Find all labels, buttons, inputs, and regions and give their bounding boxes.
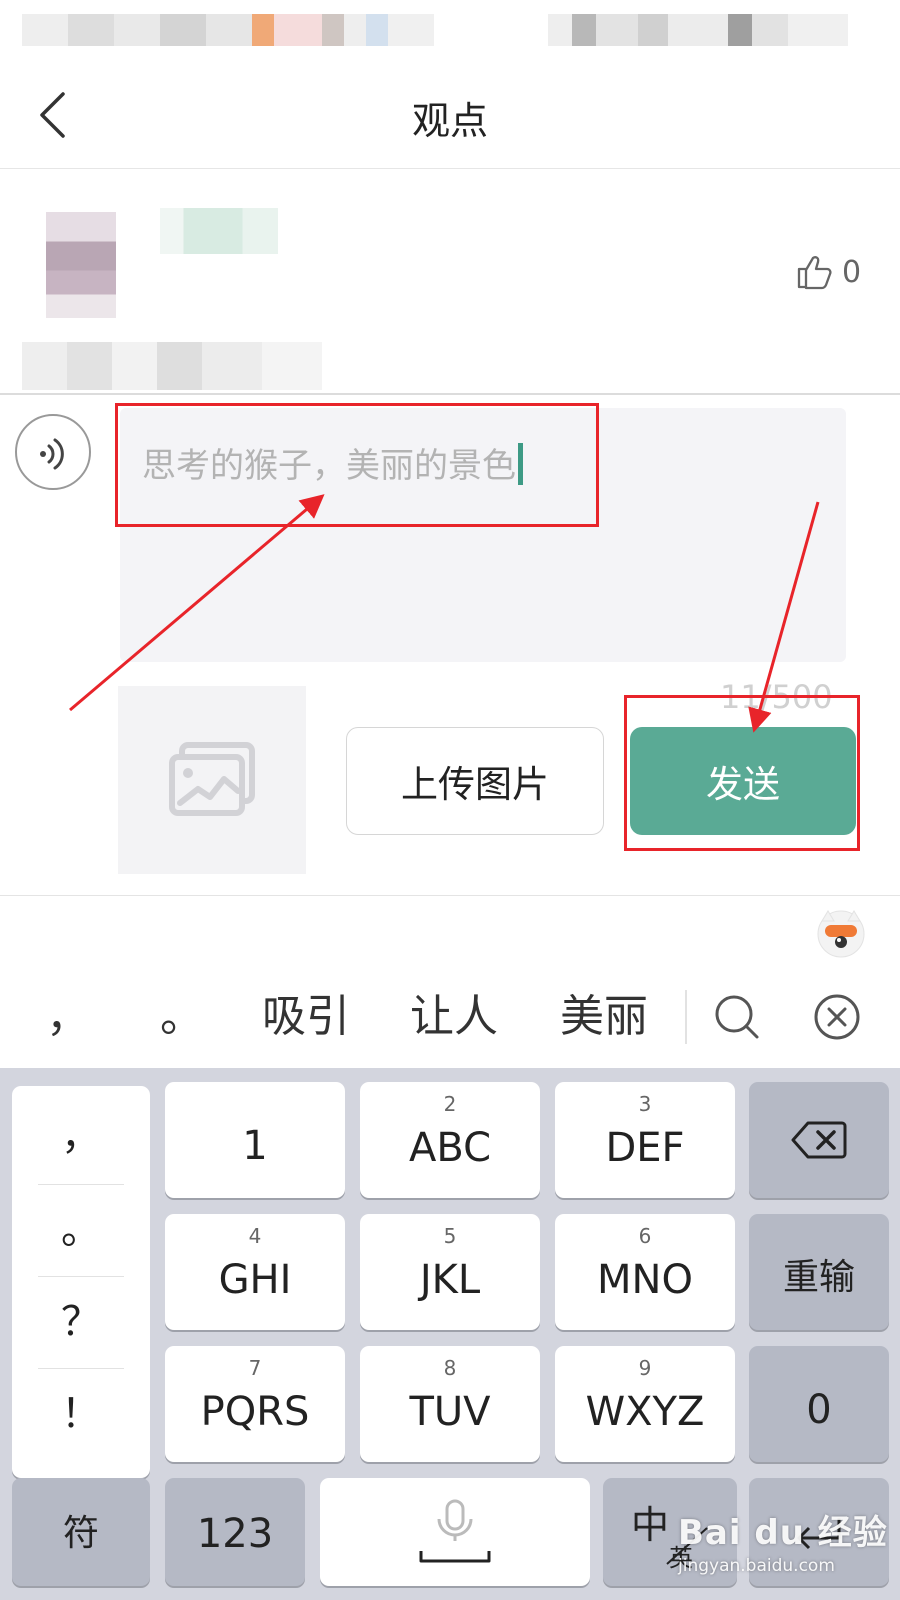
key-abc[interactable]: 2 ABC xyxy=(360,1082,540,1198)
key-label: 1 xyxy=(242,1123,268,1169)
key-label: MNO xyxy=(597,1257,693,1303)
mascot-icon xyxy=(817,910,865,958)
symbol-key[interactable]: 符 xyxy=(12,1478,150,1586)
key-label: DEF xyxy=(605,1125,685,1171)
key-number: 4 xyxy=(248,1224,262,1248)
key-punct-exclaim[interactable]: ！ xyxy=(12,1368,150,1460)
key-number: 6 xyxy=(638,1224,652,1248)
candidate-period[interactable]: 。 xyxy=(160,972,204,1062)
key-number: 3 xyxy=(638,1092,652,1116)
key-wxyz[interactable]: 9 WXYZ xyxy=(555,1346,735,1462)
backspace-key[interactable] xyxy=(749,1082,889,1198)
key-label: 0 xyxy=(806,1387,832,1433)
candidate-comma[interactable]: ， xyxy=(46,972,90,1062)
space-key[interactable] xyxy=(320,1478,590,1586)
numeric-key[interactable]: 123 xyxy=(165,1478,305,1586)
key-tuv[interactable]: 8 TUV xyxy=(360,1346,540,1462)
microphone-icon xyxy=(419,1499,491,1563)
ime-mascot-icon[interactable] xyxy=(814,905,868,959)
annotation-arrow xyxy=(748,501,820,733)
close-candidates-button[interactable] xyxy=(812,992,862,1042)
close-circle-icon xyxy=(814,994,860,1040)
key-label: PQRS xyxy=(200,1389,310,1435)
key-label: 重输 xyxy=(782,1257,855,1298)
key-number: 5 xyxy=(443,1224,457,1248)
watermark-logo: Bai du 经验 xyxy=(678,1513,888,1553)
key-label: TUV xyxy=(409,1389,491,1435)
divider xyxy=(685,990,687,1044)
key-number: 9 xyxy=(638,1356,652,1380)
key-def[interactable]: 3 DEF xyxy=(555,1082,735,1198)
watermark-url: jingyan.baidu.com xyxy=(678,1556,835,1576)
key-number: 7 xyxy=(248,1356,262,1380)
watermark: Bai du 经验 jingyan.baidu.com xyxy=(678,1505,898,1595)
key-punct-question[interactable]: ？ xyxy=(12,1276,150,1368)
key-punct-comma[interactable]: ， xyxy=(12,1090,150,1182)
retype-key[interactable]: 重输 xyxy=(749,1214,889,1330)
backspace-icon xyxy=(791,1121,847,1159)
key-number: 2 xyxy=(443,1092,457,1116)
candidate-word[interactable]: 吸引 xyxy=(262,972,350,1062)
key-jkl[interactable]: 5 JKL xyxy=(360,1214,540,1330)
key-pqrs[interactable]: 7 PQRS xyxy=(165,1346,345,1462)
annotation-arrows xyxy=(69,494,820,733)
key-label: ABC xyxy=(408,1125,492,1171)
annotation-arrow xyxy=(69,494,325,712)
search-icon xyxy=(715,995,759,1039)
key-ghi[interactable]: 4 GHI xyxy=(165,1214,345,1330)
key-number: 8 xyxy=(443,1356,457,1380)
search-button[interactable] xyxy=(712,992,762,1042)
punctuation-column: ， 。 ？ ！ xyxy=(12,1086,150,1478)
key-mno[interactable]: 6 MNO xyxy=(555,1214,735,1330)
divider xyxy=(0,895,900,896)
key-1[interactable]: 1 xyxy=(165,1082,345,1198)
key-label: JKL xyxy=(419,1257,481,1303)
key-label: 符 xyxy=(62,1513,99,1554)
key-label: GHI xyxy=(218,1257,292,1303)
candidate-word[interactable]: 美丽 xyxy=(560,972,648,1062)
key-punct-period[interactable]: 。 xyxy=(12,1184,150,1276)
key-0[interactable]: 0 xyxy=(749,1346,889,1462)
candidate-bar: ， 。 吸引 让人 美丽 xyxy=(0,972,900,1062)
key-label: WXYZ xyxy=(585,1389,705,1435)
candidate-word[interactable]: 让人 xyxy=(410,972,498,1062)
key-label: 123 xyxy=(196,1511,274,1557)
